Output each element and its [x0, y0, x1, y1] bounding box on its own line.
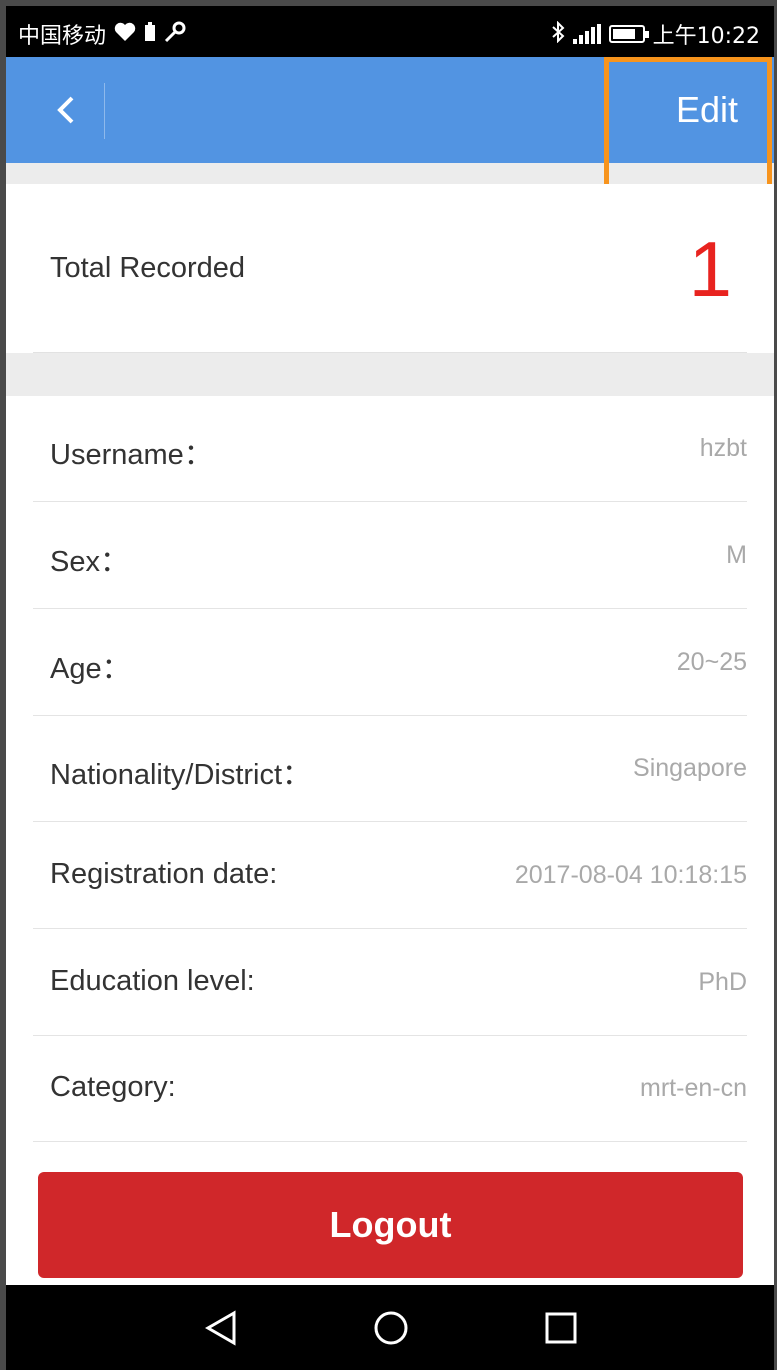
status-right: 上午10:22: [551, 18, 760, 50]
info-label: Sex：: [50, 546, 129, 578]
info-label: Education level:: [50, 965, 255, 997]
key-icon: [164, 21, 186, 48]
info-row-sex: Sex： M: [33, 503, 747, 609]
info-label: Username：: [50, 439, 213, 471]
system-back-button[interactable]: [198, 1305, 244, 1351]
carrier-name: 中国移动: [18, 24, 107, 49]
info-row-registration-date: Registration date: 2017-08-04 10:18:15: [33, 823, 747, 929]
profile-info-list: Username： hzbt Sex： M Age： 20~25 Nationa…: [6, 396, 774, 1291]
notification-battery-icon: [144, 21, 156, 47]
info-label: Nationality/District：: [50, 759, 312, 791]
logout-button[interactable]: Logout: [38, 1172, 743, 1278]
info-label: Category:: [50, 1071, 176, 1103]
info-value: mrt-en-cn: [640, 1074, 747, 1102]
info-label: Registration date:: [50, 858, 278, 890]
heart-icon: [114, 22, 136, 47]
battery-icon: [608, 25, 649, 43]
info-value: Singapore: [633, 754, 747, 782]
info-value: hzbt: [699, 434, 747, 462]
home-circle-icon: [374, 1311, 408, 1345]
info-row-age: Age： 20~25: [33, 610, 747, 716]
system-recents-button[interactable]: [538, 1305, 584, 1351]
total-recorded-value: 1: [688, 225, 732, 313]
edit-button[interactable]: Edit: [676, 87, 738, 133]
bluetooth-icon: [551, 20, 565, 48]
clock: 上午10:22: [652, 24, 760, 49]
signal-icon: [572, 24, 601, 44]
info-row-education-level: Education level: PhD: [33, 930, 747, 1036]
status-left: 中国移动: [18, 18, 186, 50]
back-button[interactable]: [46, 87, 86, 133]
divider: [33, 352, 747, 353]
chevron-left-icon: [57, 96, 74, 124]
info-row-category: Category: mrt-en-cn: [33, 1036, 747, 1142]
header-divider: [104, 83, 105, 139]
info-label: Age：: [50, 653, 131, 685]
system-navigation-bar: [6, 1285, 774, 1370]
info-row-nationality: Nationality/District： Singapore: [33, 716, 747, 822]
info-value: M: [726, 541, 747, 569]
info-value: 2017-08-04 10:18:15: [514, 861, 747, 889]
info-value: 20~25: [676, 648, 747, 676]
total-recorded-card: Total Recorded 1: [6, 184, 774, 353]
system-home-button[interactable]: [368, 1305, 414, 1351]
back-triangle-icon: [204, 1310, 236, 1346]
header-bar: Edit: [6, 57, 774, 163]
status-bar: 中国移动 上午10:22: [6, 6, 774, 57]
phone-screen: 中国移动 上午10:22 Edit Total Recorded 1 Usern…: [6, 6, 774, 1370]
info-row-username: Username： hzbt: [33, 396, 747, 502]
total-recorded-label: Total Recorded: [50, 252, 246, 284]
info-value: PhD: [698, 968, 747, 996]
recents-square-icon: [545, 1312, 577, 1344]
